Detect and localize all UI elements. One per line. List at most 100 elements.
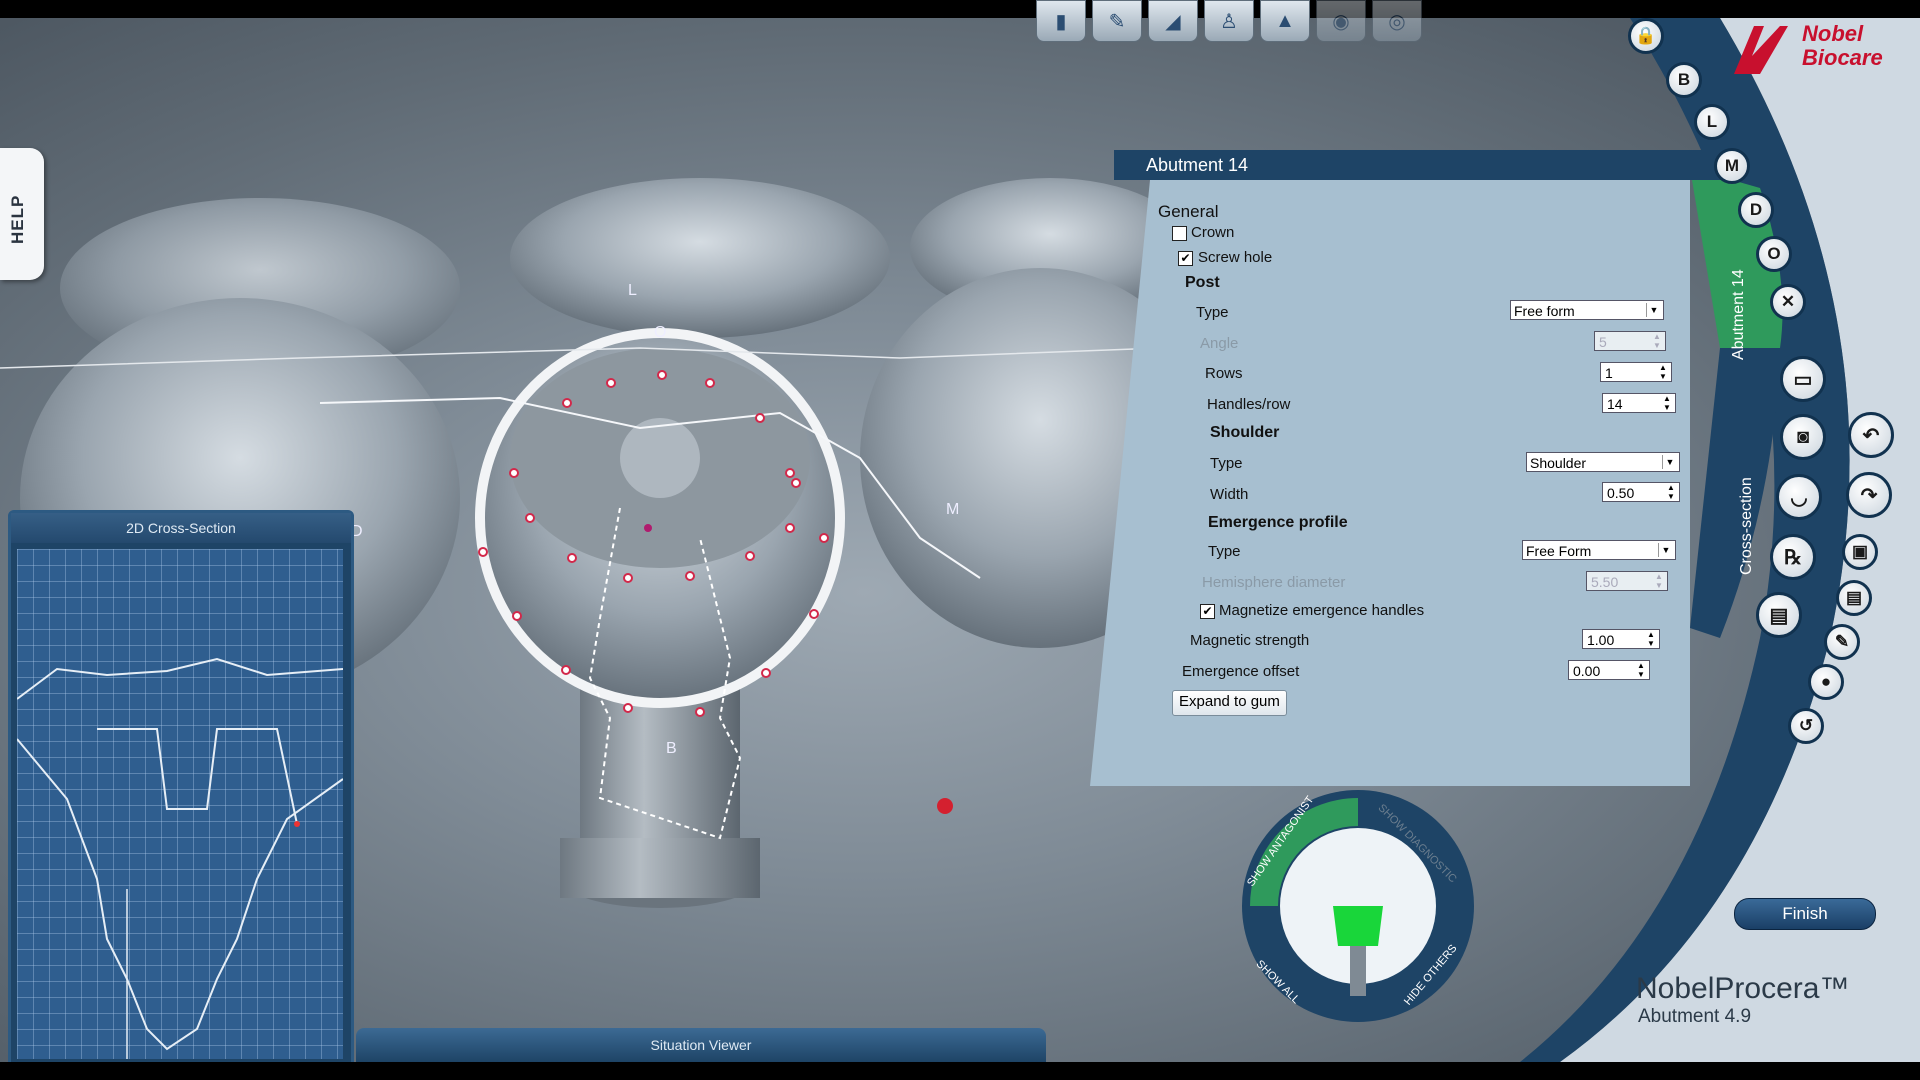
ruler-icon[interactable]: ▭ bbox=[1780, 356, 1826, 402]
save-as-icon[interactable]: ▤ bbox=[1836, 580, 1872, 616]
prescription-icon[interactable]: ℞ bbox=[1770, 534, 1816, 580]
chevron-down-icon: ▼ bbox=[1658, 543, 1673, 557]
logo-text: Nobel Biocare bbox=[1802, 22, 1883, 70]
section-emergence-profile: Emergence profile bbox=[1208, 514, 1348, 531]
handles-stepper[interactable]: 14 ▲ ▼ bbox=[1602, 393, 1676, 413]
shoulder-type-select[interactable]: Shoulder ▼ bbox=[1526, 452, 1680, 472]
shoulder-type-label: Type bbox=[1210, 455, 1243, 472]
angle-value: 5 bbox=[1599, 334, 1607, 350]
stepper-arrows-icon[interactable]: ▲ ▼ bbox=[1664, 483, 1678, 501]
hemisphere-value: 5.50 bbox=[1591, 574, 1619, 590]
stepper-arrows-icon[interactable]: ▲ ▼ bbox=[1644, 630, 1658, 648]
handle-point[interactable] bbox=[695, 707, 705, 717]
chevron-down-icon: ▼ bbox=[1646, 303, 1661, 317]
angle-label: Angle bbox=[1200, 335, 1239, 352]
handles-label: Handles/row bbox=[1207, 396, 1291, 413]
cross-section-profile bbox=[16, 657, 344, 1059]
label-buccal: B bbox=[666, 740, 677, 757]
hemisphere-stepper[interactable]: 5.50 ▲ ▼ bbox=[1586, 571, 1668, 591]
magnetize-label: Magnetize emergence handles bbox=[1219, 602, 1425, 619]
handle-point[interactable] bbox=[562, 398, 572, 408]
view-button-l[interactable]: L bbox=[1694, 104, 1730, 140]
screw-hole-checkbox[interactable]: ✔ bbox=[1178, 251, 1193, 266]
handle-point[interactable] bbox=[623, 703, 633, 713]
expand-to-gum-button[interactable]: Expand to gum bbox=[1172, 690, 1287, 716]
handle-point[interactable] bbox=[478, 547, 488, 557]
center-handle[interactable] bbox=[644, 524, 652, 532]
handle-point[interactable] bbox=[819, 533, 829, 543]
stepper-arrows-icon[interactable]: ▲ ▼ bbox=[1652, 572, 1666, 590]
shoulder-type-value: Shoulder bbox=[1530, 455, 1587, 471]
stepper-arrows-icon[interactable]: ▲ ▼ bbox=[1660, 394, 1674, 412]
stepper-arrows-icon[interactable]: ▲ ▼ bbox=[1634, 661, 1648, 679]
label-occlusal: O bbox=[654, 324, 667, 341]
logo-mark-icon bbox=[1734, 26, 1788, 74]
help-tab[interactable]: HELP bbox=[0, 148, 44, 280]
save-icon[interactable]: ▣ bbox=[1842, 534, 1878, 570]
section-post: Post bbox=[1185, 274, 1220, 291]
help-label: HELP bbox=[8, 194, 27, 244]
rows-stepper[interactable]: 1 ▲ ▼ bbox=[1600, 362, 1672, 382]
emergence-offset-stepper[interactable]: 0.00 ▲ ▼ bbox=[1568, 660, 1650, 680]
handle-point[interactable] bbox=[606, 378, 616, 388]
handle-point[interactable] bbox=[791, 478, 801, 488]
redo-icon[interactable]: ↷ bbox=[1846, 472, 1892, 518]
mouse-cursor-marker bbox=[937, 798, 953, 814]
undo-icon[interactable]: ↶ bbox=[1848, 412, 1894, 458]
stepper-arrows-icon[interactable]: ▲ ▼ bbox=[1650, 332, 1664, 350]
angle-stepper[interactable]: 5 ▲ ▼ bbox=[1594, 331, 1666, 351]
handle-point[interactable] bbox=[755, 413, 765, 423]
handle-point[interactable] bbox=[623, 573, 633, 583]
view-button-b[interactable]: B bbox=[1666, 62, 1702, 98]
handle-point[interactable] bbox=[761, 668, 771, 678]
camera-icon[interactable]: ◙ bbox=[1780, 414, 1826, 460]
post-type-select[interactable]: Free form ▼ bbox=[1510, 300, 1664, 320]
label-lingual: L bbox=[628, 282, 637, 299]
handle-point[interactable] bbox=[785, 523, 795, 533]
finish-button[interactable]: Finish bbox=[1734, 898, 1876, 930]
section-shoulder: Shoulder bbox=[1210, 424, 1280, 441]
view-button-m[interactable]: M bbox=[1714, 148, 1750, 184]
width-stepper[interactable]: 0.50 ▲ ▼ bbox=[1602, 482, 1680, 502]
cross-section-title: 2D Cross-Section bbox=[11, 513, 351, 543]
stepper-arrows-icon[interactable]: ▲ ▼ bbox=[1656, 363, 1670, 381]
handle-point[interactable] bbox=[561, 665, 571, 675]
view-button-d[interactable]: D bbox=[1738, 192, 1774, 228]
cross-section-grid[interactable] bbox=[16, 549, 344, 1059]
panel-body: General Crown ✔ Screw hole Post Type Fre… bbox=[1090, 180, 1690, 786]
abutment-side-tab[interactable]: Abutment 14 bbox=[1730, 269, 1748, 360]
brush-icon[interactable]: ● bbox=[1808, 664, 1844, 700]
chevron-down-icon: ▼ bbox=[1662, 455, 1677, 469]
handle-point[interactable] bbox=[509, 468, 519, 478]
handle-point[interactable] bbox=[567, 553, 577, 563]
magnetic-strength-label: Magnetic strength bbox=[1190, 632, 1310, 649]
database-icon[interactable]: ▤ bbox=[1756, 592, 1802, 638]
situation-viewer-tab[interactable]: Situation Viewer bbox=[356, 1028, 1046, 1062]
cross-section-side-tab[interactable]: Cross-section bbox=[1738, 477, 1756, 575]
emergence-type-select[interactable]: Free Form ▼ bbox=[1522, 540, 1676, 560]
handle-point[interactable] bbox=[685, 571, 695, 581]
magnetize-checkbox[interactable]: ✔ bbox=[1200, 604, 1215, 619]
handle-point[interactable] bbox=[809, 609, 819, 619]
reset-icon[interactable]: ↺ bbox=[1788, 708, 1824, 744]
handle-point[interactable] bbox=[705, 378, 715, 388]
handle-point[interactable] bbox=[745, 551, 755, 561]
magnetic-strength-stepper[interactable]: 1.00 ▲ ▼ bbox=[1582, 629, 1660, 649]
emergence-offset-label: Emergence offset bbox=[1182, 663, 1300, 680]
lock-icon[interactable]: 🔒 bbox=[1628, 18, 1664, 54]
display-dial[interactable] bbox=[1238, 786, 1478, 1026]
nobel-biocare-logo: Nobel Biocare bbox=[1730, 22, 1910, 78]
tooth-view-icon[interactable]: ◡ bbox=[1776, 474, 1822, 520]
handle-point[interactable] bbox=[512, 611, 522, 621]
handle-point[interactable] bbox=[657, 370, 667, 380]
close-icon[interactable]: ✕ bbox=[1770, 284, 1806, 320]
emergence-type-label: Type bbox=[1208, 543, 1241, 560]
view-button-o[interactable]: O bbox=[1756, 236, 1792, 272]
width-label: Width bbox=[1210, 486, 1249, 503]
handle-point[interactable] bbox=[525, 513, 535, 523]
crown-checkbox[interactable] bbox=[1172, 226, 1187, 241]
rows-label: Rows bbox=[1205, 365, 1243, 382]
handle-point[interactable] bbox=[785, 468, 795, 478]
pen-icon[interactable]: ✎ bbox=[1824, 624, 1860, 660]
brand-block: NobelProcera™ Abutment 4.9 bbox=[1636, 972, 1849, 1028]
